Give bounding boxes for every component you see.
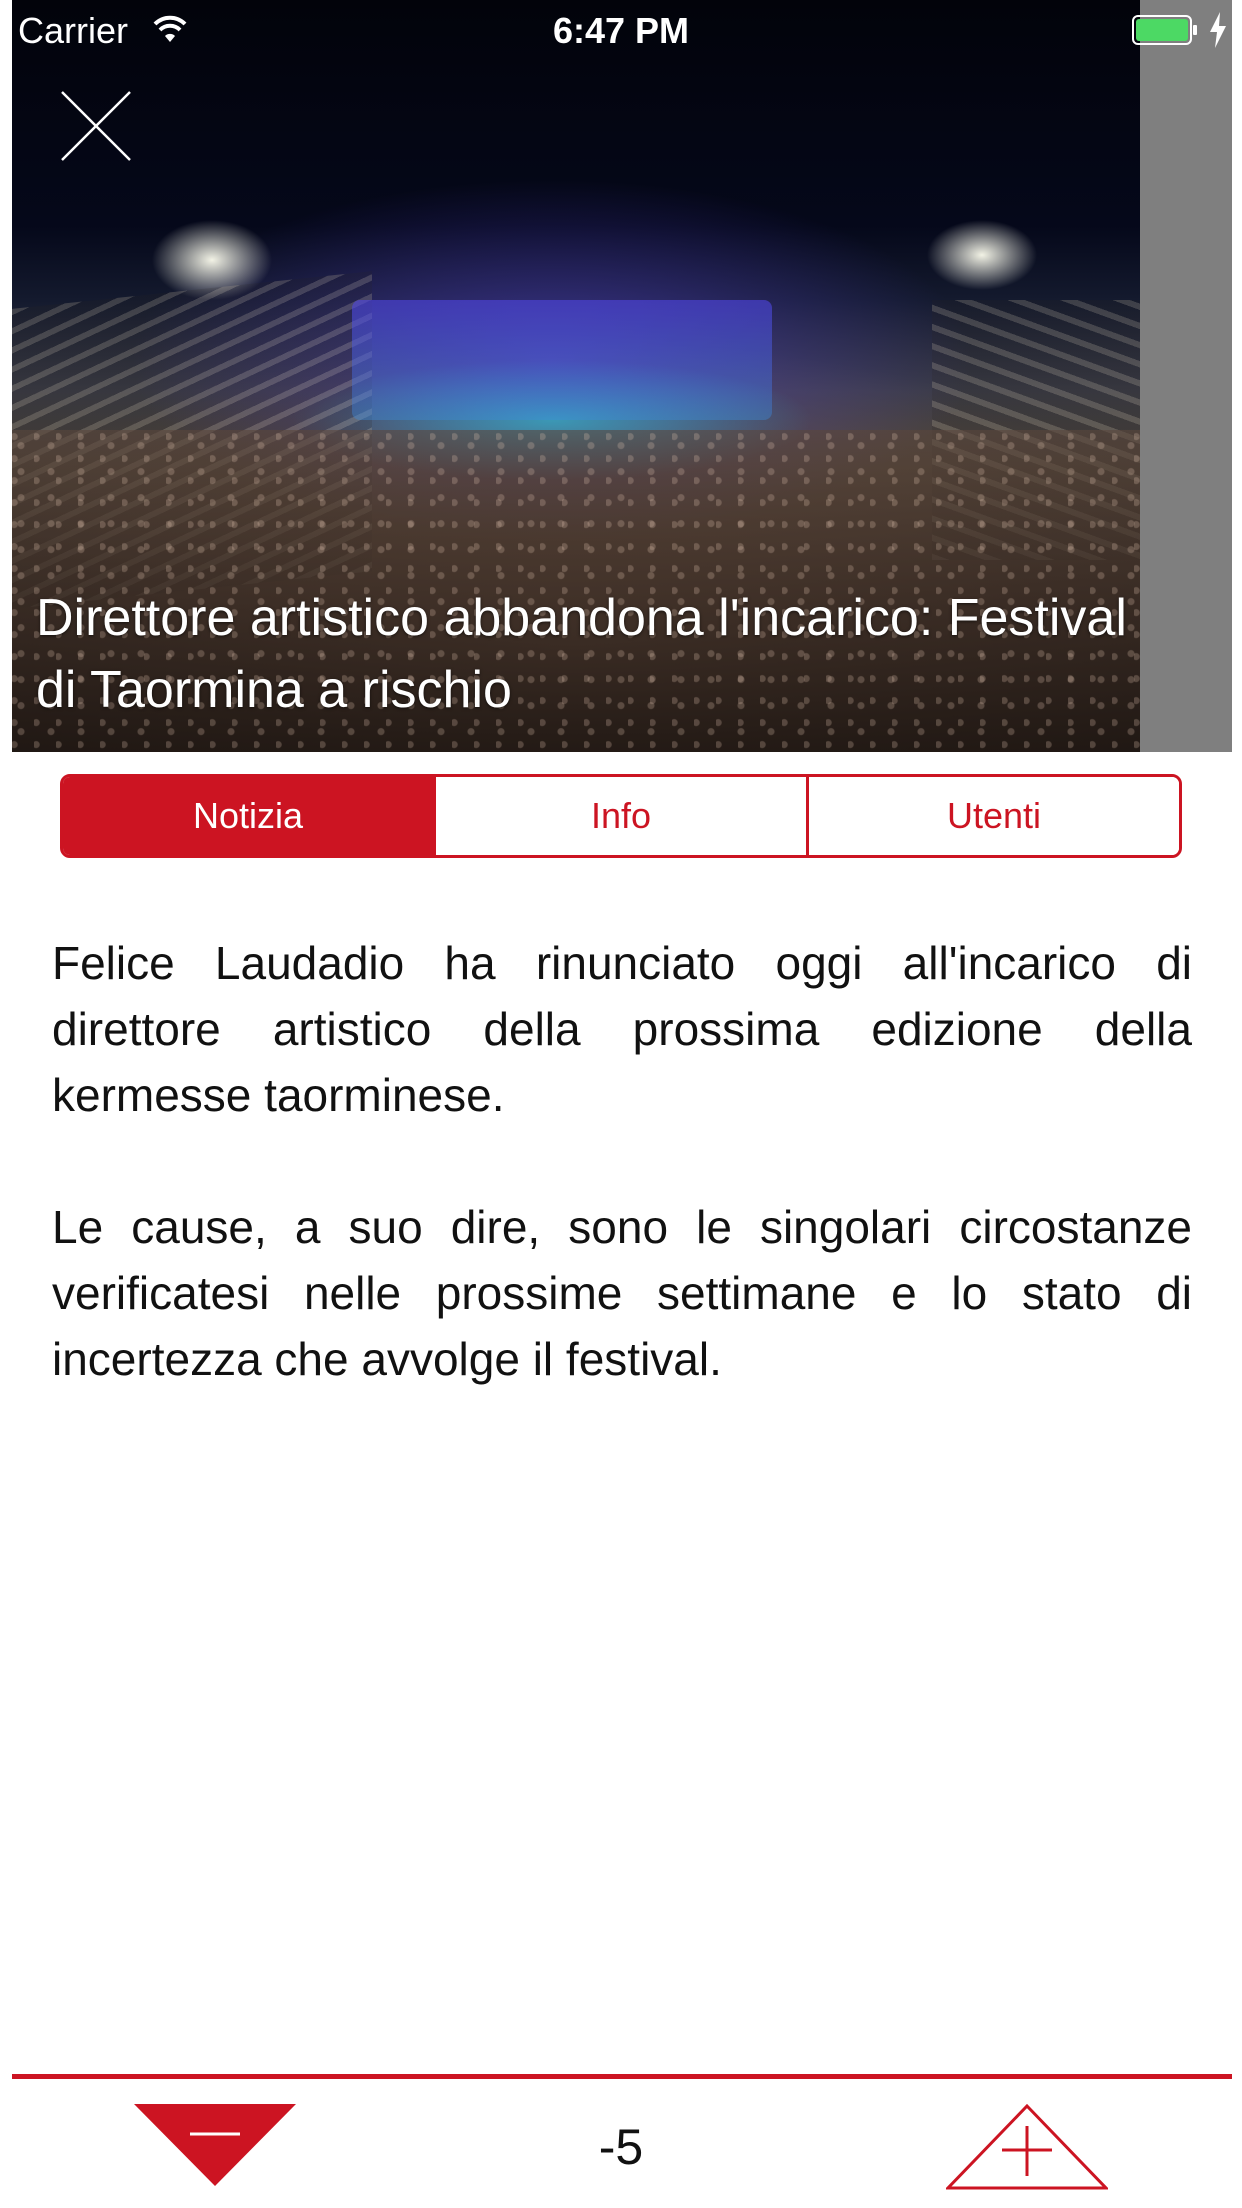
- article-paragraph: Felice Laudadio ha rinunciato oggi all'i…: [52, 937, 1192, 1121]
- battery-icon: [1132, 15, 1197, 45]
- vote-down-button[interactable]: [134, 2104, 296, 2186]
- minus-triangle-icon: [134, 2104, 296, 2186]
- article-tabs: Notizia Info Utenti: [60, 774, 1182, 858]
- plus-triangle-icon: [944, 2103, 1110, 2190]
- close-button[interactable]: [60, 90, 132, 162]
- vote-score: -5: [598, 2119, 644, 2175]
- bottom-divider: [12, 2074, 1232, 2079]
- photo-stage: [352, 300, 772, 420]
- close-icon: [61, 91, 131, 161]
- status-bar: Carrier 6:47 PM: [0, 0, 1242, 60]
- news-detail-screen: Direttore artistico abbandona l'incarico…: [0, 0, 1242, 2208]
- header-image: Direttore artistico abbandona l'incarico…: [12, 0, 1232, 752]
- tab-utenti[interactable]: Utenti: [806, 777, 1179, 855]
- article-title: Direttore artistico abbandona l'incarico…: [36, 589, 1127, 719]
- lightning-bolt-icon: [1210, 12, 1226, 48]
- article-paragraph: Le cause, a suo dire, sono le singolari …: [52, 1201, 1192, 1385]
- vote-up-button[interactable]: [944, 2103, 1110, 2190]
- article-body: Felice Laudadio ha rinunciato oggi all'i…: [52, 930, 1192, 1458]
- tab-notizia[interactable]: Notizia: [63, 777, 433, 855]
- tab-info[interactable]: Info: [433, 777, 806, 855]
- clock-label: 6:47 PM: [552, 10, 690, 51]
